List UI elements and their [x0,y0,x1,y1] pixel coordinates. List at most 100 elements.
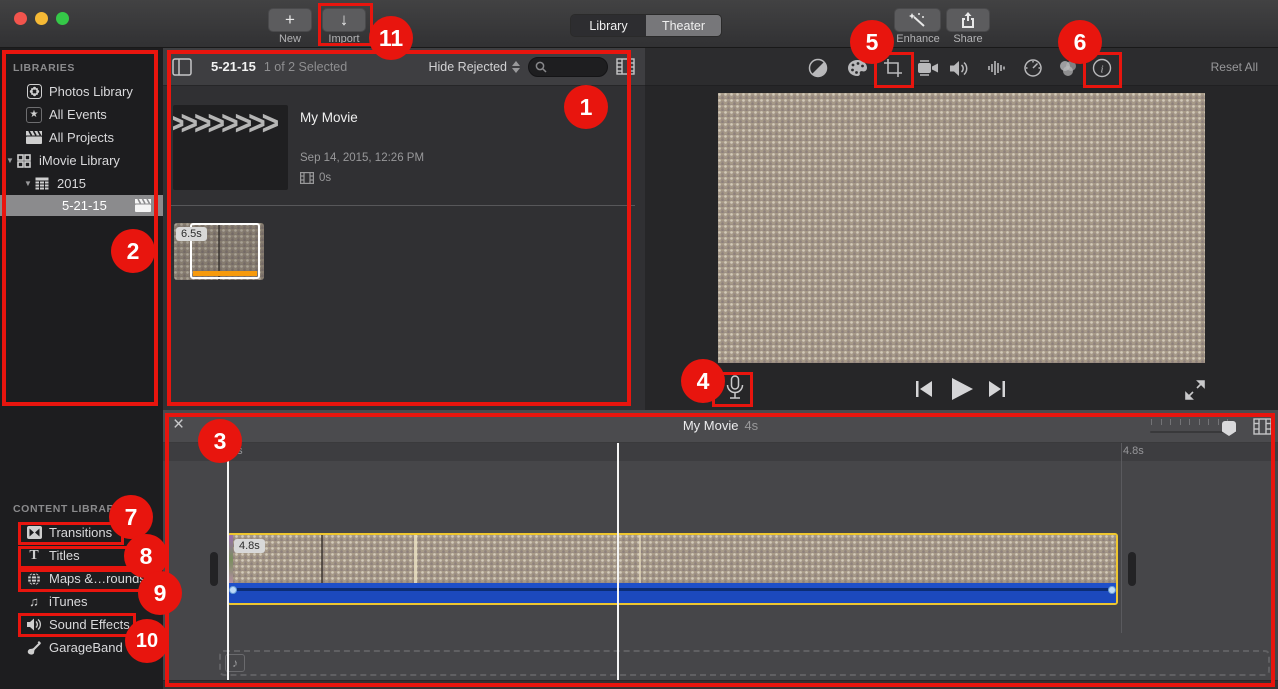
playhead[interactable] [617,443,619,680]
filter-stepper-icon[interactable] [512,61,520,73]
enhance-button[interactable] [894,8,941,32]
auto-enhance-icon[interactable] [805,55,831,81]
audio-level-handle[interactable] [1108,586,1116,594]
sidebar-toggle-icon[interactable] [172,58,192,76]
play-button[interactable] [950,378,974,400]
next-frame-button[interactable] [988,381,1005,397]
annotation-circle-9: 9 [138,571,182,615]
volume-icon[interactable] [947,55,973,81]
sidebar-item-all-projects[interactable]: All Projects [0,126,163,149]
audio-level-handle[interactable] [229,586,237,594]
browser-event-title: 5-21-15 [211,59,256,74]
timeline-clip[interactable]: 4.8s [227,533,1118,605]
voiceover-mic-button[interactable] [725,375,745,405]
sidebar-item-label: GarageBand [49,640,123,655]
project-duration-row: 0s [300,172,331,184]
project-duration: 0s [319,172,331,184]
viewer-controls [645,373,1278,410]
project-thumbnail[interactable]: >>>>>>>> [173,105,288,190]
clip-size-icon[interactable] [1253,418,1272,435]
clip-duration-badge: 6.5s [176,227,207,241]
sidebar-item-label: iTunes [49,594,88,609]
sidebar-item-imovie-library[interactable]: ▼ iMovie Library [0,149,163,172]
reset-all-button[interactable]: Reset All [1211,60,1258,74]
fullscreen-icon[interactable] [1185,380,1205,400]
timeline-clip-audio[interactable] [229,583,1116,603]
clip-appearance-icon[interactable] [616,58,635,75]
event-clip-thumbnail[interactable]: 6.5s [174,223,264,280]
background-music-well[interactable]: ♪ [219,650,1270,676]
guitar-icon [26,640,42,656]
sidebar-item-2015[interactable]: ▼ 2015 [0,172,163,195]
filter-dropdown[interactable]: Hide Rejected [428,60,507,74]
annotation-circle-2: 2 [111,229,155,273]
import-button[interactable]: ↓ [322,8,366,32]
left-trim-handle[interactable] [210,552,218,586]
clapboard-icon [26,130,42,146]
disclosure-triangle[interactable]: ▼ [4,156,16,165]
clapboard-icon [135,199,151,212]
share-button-label: Share [938,33,998,45]
timeline-ruler[interactable]: 0s 4.8s [163,443,1278,461]
timeline-header: × My Movie4s [163,410,1278,443]
grid-icon [16,153,32,169]
sidebar-item-5-21-15-selected[interactable]: 5-21-15 [0,195,163,216]
sidebar-item-label: iMovie Library [39,153,120,168]
zoom-window-button[interactable] [56,12,69,25]
new-button[interactable]: + [268,8,312,32]
annotation-circle-10: 10 [125,619,169,663]
share-button[interactable] [946,8,990,32]
sidebar-item-label: Maps &…rounds [49,571,146,586]
movie-end-marker [1121,443,1122,633]
sidebar-item-label: 5-21-15 [62,198,107,213]
filmstrip-icon [300,172,314,184]
speaker-icon [26,617,42,633]
timeline-project-duration: 4s [744,418,758,433]
zoom-slider-thumb[interactable] [1222,421,1236,436]
sidebar-item-photos-library[interactable]: Photos Library [0,80,163,103]
minimize-window-button[interactable] [35,12,48,25]
music-note-icon: ♫ [26,594,42,610]
skimmer-playhead[interactable] [227,443,229,680]
transitions-icon [26,525,42,541]
close-window-button[interactable] [14,12,27,25]
previous-frame-button[interactable] [916,381,933,397]
annotation-circle-5: 5 [850,20,894,64]
annotation-circle-4: 4 [681,359,725,403]
divider [171,205,635,206]
share-icon [961,12,975,28]
project-chevrons-pattern: >>>>>>>> [173,105,275,144]
photos-icon [26,84,42,100]
new-button-label: New [260,33,320,45]
annotation-circle-1: 1 [564,85,608,129]
imovie-window: + New ↓ Import Library Theater Enhance S… [0,0,1278,689]
library-theater-segmented-control: Library Theater [570,14,722,37]
sidebar-item-all-events[interactable]: ★ All Events [0,103,163,126]
annotation-circle-6: 6 [1058,20,1102,64]
timeline-bottom-strip [163,680,1278,689]
annotation-circle-11: 11 [369,16,413,60]
sidebar-item-label: Photos Library [49,84,133,99]
sidebar-item-label: Sound Effects [49,617,130,632]
tab-library[interactable]: Library [571,15,646,36]
sidebar-item-label: Transitions [49,525,112,540]
titles-icon: T [26,548,42,564]
tab-theater[interactable]: Theater [646,15,721,36]
search-input[interactable] [528,57,608,77]
noise-reduction-icon[interactable] [984,55,1010,81]
right-trim-handle[interactable] [1128,552,1136,586]
stabilization-icon[interactable] [915,55,941,81]
sidebar-item-label: All Events [49,107,107,122]
project-date: Sep 14, 2015, 12:26 PM [300,152,424,164]
libraries-heading: LIBRARIES [0,48,163,80]
import-button-label: Import [314,33,374,45]
globe-icon [26,571,42,587]
disclosure-triangle[interactable]: ▼ [22,179,34,188]
speed-icon[interactable] [1020,55,1046,81]
ruler-end-label: 4.8s [1123,445,1144,457]
annotation-circle-7: 7 [109,495,153,539]
search-icon [535,61,547,73]
calendar-icon [34,176,50,192]
timeline-title-row: My Movie4s [163,418,1278,433]
timeline-clip-duration-badge: 4.8s [234,539,265,553]
